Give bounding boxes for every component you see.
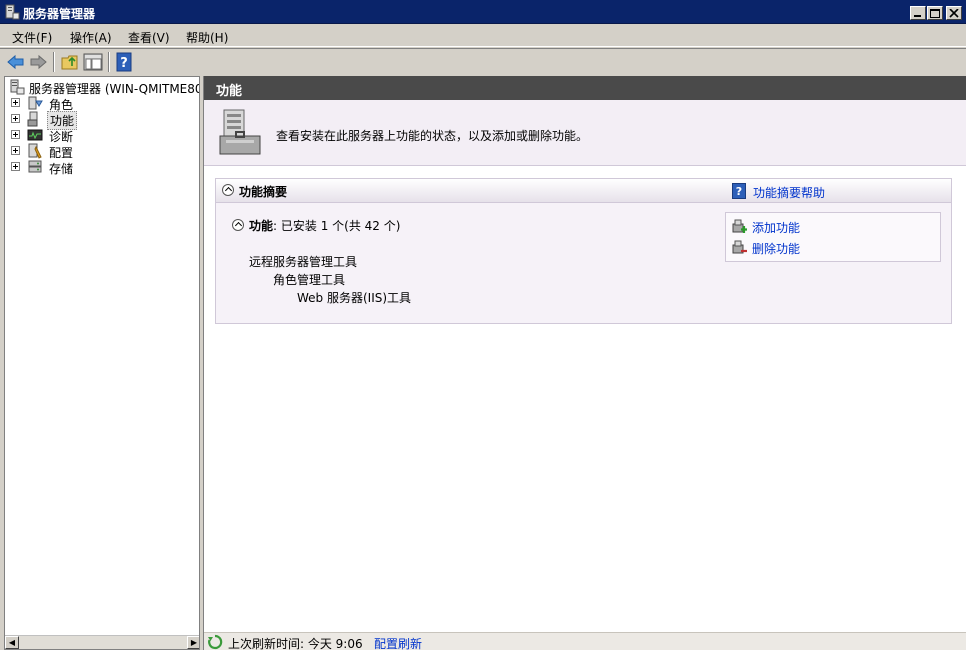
console-tree: 服务器管理器 (WIN-QMITME8075 角色 功能 诊断 配置 存储 ◀ … [4,76,200,650]
collapse-icon[interactable] [222,184,234,196]
expand-icon[interactable] [11,98,20,107]
features-label: 功能 [249,219,274,233]
maximize-icon [930,9,940,18]
menu-bar: 文件(F) 操作(A) 查看(V) 帮助(H) [0,25,966,47]
add-features-link[interactable]: 添加功能 [752,219,800,236]
help-icon: ? [732,183,746,199]
section-title: 功能摘要 [239,185,288,199]
svg-text:?: ? [120,56,128,71]
remove-features-icon [732,240,747,254]
console-tree-icon[interactable] [83,52,103,72]
forward-icon[interactable] [28,52,48,72]
page-title: 功能 [204,76,966,100]
feature-tree-item: 角色管理工具 [273,273,346,287]
collapse-icon[interactable] [232,219,244,231]
back-icon[interactable] [6,52,26,72]
scroll-left-icon[interactable]: ◀ [5,636,19,649]
tree-item-label: 配置 [49,146,74,160]
close-button[interactable] [946,6,962,20]
toolbar-separator [53,52,55,72]
roles-icon [28,96,43,110]
features-summary-section: 功能摘要 ? 功能摘要帮助 功能: 已安装 1 个(共 42 个) 远程服务器管… [215,178,952,324]
minimize-icon [914,15,921,17]
help-link-text[interactable]: 功能摘要帮助 [753,184,825,201]
add-features-icon [732,219,747,233]
features-count: : 已安装 1 个(共 42 个) [273,219,401,233]
details-pane: 功能 查看安装在此服务器上功能的状态，以及添加或删除功能。 功能摘要 ? 功能摘… [203,76,966,650]
feature-tree-item: 远程服务器管理工具 [249,255,358,269]
diagnostics-icon [27,129,43,141]
expand-icon[interactable] [11,114,20,123]
close-icon [949,9,959,18]
expand-icon[interactable] [11,146,20,155]
horizontal-scrollbar[interactable]: ◀ ▶ [5,635,199,649]
server-manager-icon [5,4,20,20]
configuration-icon [28,143,42,159]
menu-view[interactable]: 查看(V) [128,29,170,46]
remove-features-link[interactable]: 删除功能 [752,240,800,257]
description-banner: 查看安装在此服务器上功能的状态，以及添加或删除功能。 [204,100,966,166]
status-bar: 上次刷新时间: 今天 9:06 配置刷新 [204,632,966,650]
feature-tree-item: Web 服务器(IIS)工具 [297,291,412,305]
tree-item-label: 存储 [49,162,74,176]
toolbar: ? [0,48,966,74]
title-bar: 服务器管理器 [0,0,966,24]
menu-file[interactable]: 文件(F) [12,29,52,46]
help-icon[interactable]: ? [114,52,134,72]
banner-description: 查看安装在此服务器上功能的状态，以及添加或删除功能。 [276,129,589,143]
up-folder-icon[interactable] [60,52,80,72]
maximize-button[interactable] [927,6,943,20]
scroll-right-icon[interactable]: ▶ [187,636,199,649]
configure-refresh-link[interactable]: 配置刷新 [374,635,422,650]
expand-icon[interactable] [11,162,20,171]
menu-help[interactable]: 帮助(H) [186,29,228,46]
actions-box: 添加功能 删除功能 [725,212,941,262]
window-title: 服务器管理器 [23,7,96,21]
tree-root-label: 服务器管理器 (WIN-QMITME8075 [29,82,200,96]
refresh-icon [208,634,223,650]
menu-action[interactable]: 操作(A) [70,29,112,46]
toolbar-separator [108,52,110,72]
storage-icon [28,160,42,173]
features-icon [219,109,261,155]
section-header: 功能摘要 ? 功能摘要帮助 [216,179,951,203]
last-refresh-text: 上次刷新时间: 今天 9:06 [228,637,363,650]
expand-icon[interactable] [11,130,20,139]
minimize-button[interactable] [910,6,926,20]
features-icon [27,111,38,127]
tree-item-label: 诊断 [49,130,74,144]
server-manager-icon [10,79,25,95]
